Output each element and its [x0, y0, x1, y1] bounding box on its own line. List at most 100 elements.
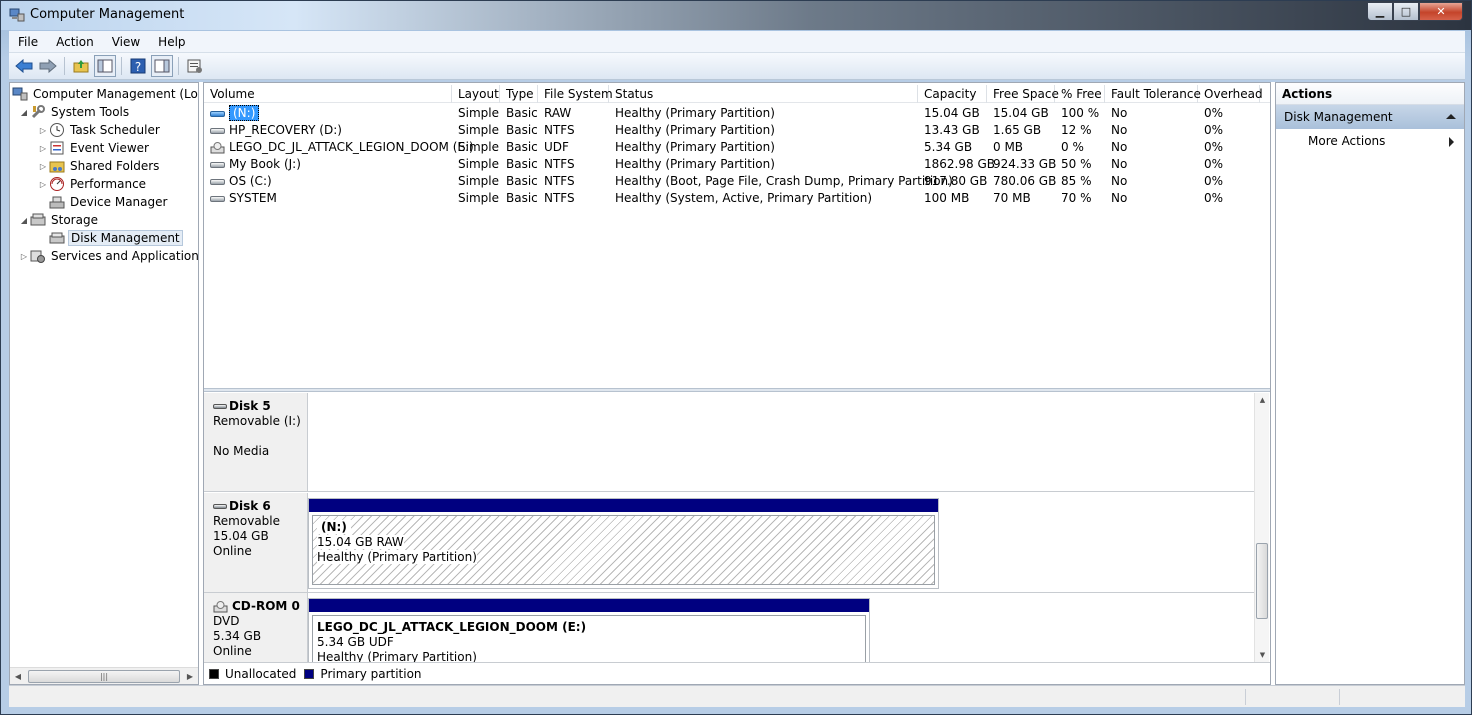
column-header-overhead[interactable]: Overhead — [1198, 85, 1263, 103]
volume-cell-fault: No — [1111, 140, 1128, 154]
tree-item-device-manager[interactable]: Device Manager — [49, 193, 169, 211]
volume-cell-status: Healthy (Primary Partition) — [615, 157, 775, 171]
tree-item-label: Services and Applications — [51, 249, 199, 263]
partition-e[interactable]: LEGO_DC_JL_ATTACK_LEGION_DOOM (E:) 5.34 … — [312, 615, 866, 662]
volume-cell-status: Healthy (Primary Partition) — [615, 106, 775, 120]
scroll-thumb[interactable] — [1256, 543, 1268, 619]
volume-cell-pct: 12 % — [1061, 123, 1092, 137]
volume-row[interactable]: (N:) Simple Basic RAW Healthy (Primary Parti… — [204, 105, 1270, 122]
column-header-status[interactable]: Status — [609, 85, 918, 103]
more-actions-label: More Actions — [1308, 134, 1386, 148]
volume-cell-capacity: 15.04 GB — [924, 106, 980, 120]
column-header-type[interactable]: Type — [500, 85, 538, 103]
status-separator — [1339, 689, 1340, 705]
expand-arrow-icon[interactable]: ▷ — [18, 252, 30, 261]
shared-folder-icon — [49, 158, 65, 174]
pane-splitter[interactable] — [204, 388, 1270, 392]
column-header-capacity[interactable]: Capacity — [918, 85, 987, 103]
menu-help[interactable]: Help — [149, 35, 194, 49]
computer-management-window: Computer Management ▁ □ ✕ File Action Vi… — [0, 0, 1472, 715]
column-header-file-system[interactable]: File System — [538, 85, 613, 103]
volume-cell-volume: (N:) — [204, 105, 260, 122]
tree-item-event-viewer[interactable]: ▷ Event Viewer — [37, 139, 151, 157]
expand-arrow-icon[interactable]: ▷ — [37, 126, 49, 135]
expand-arrow-icon[interactable]: ▷ — [37, 144, 49, 153]
disk-6-row: Disk 6 Removable 15.04 GB Online (N:) 15… — [204, 493, 1254, 592]
status-separator — [1245, 689, 1246, 705]
volume-row[interactable]: HP_RECOVERY (D:) Simple Basic NTFS Healthy (… — [204, 122, 1270, 139]
more-actions-item[interactable]: More Actions — [1276, 129, 1464, 153]
menu-action[interactable]: Action — [47, 35, 103, 49]
tree-item-shared-folders[interactable]: ▷ Shared Folders — [37, 157, 161, 175]
volume-row[interactable]: SYSTEM Simple Basic NTFS Healthy (System, Ac… — [204, 190, 1270, 207]
cdrom-icon — [213, 600, 228, 612]
disk-6-info[interactable]: Disk 6 Removable 15.04 GB Online — [204, 493, 308, 592]
up-folder-button[interactable] — [70, 55, 92, 77]
help-icon: ? — [130, 58, 146, 74]
tree-item-storage[interactable]: ◢ Storage — [18, 211, 100, 229]
volume-name: OS (C:) — [229, 174, 272, 188]
actions-section-disk-management[interactable]: Disk Management — [1276, 105, 1464, 129]
storage-icon — [30, 212, 46, 228]
maximize-button[interactable]: □ — [1393, 2, 1419, 21]
scroll-left-icon[interactable]: ◀ — [10, 672, 26, 681]
tree-horizontal-scrollbar[interactable]: ◀ ||| ▶ — [10, 667, 198, 684]
volume-cell-fs: UDF — [544, 140, 569, 154]
column-header-volume[interactable]: Volume — [204, 85, 452, 103]
back-button[interactable] — [13, 55, 35, 77]
show-hide-tree-button[interactable] — [94, 55, 116, 77]
volume-row[interactable]: LEGO_DC_JL_ATTACK_LEGION_DOOM (E:) Simple… — [204, 139, 1270, 156]
tree-item-disk-management[interactable]: Disk Management — [49, 229, 183, 247]
clock-icon — [49, 122, 65, 138]
help-button[interactable]: ? — [127, 55, 149, 77]
menu-bar: File Action View Help — [9, 31, 1465, 53]
collapse-up-icon[interactable] — [1446, 114, 1456, 119]
expand-arrow-icon[interactable]: ▷ — [37, 162, 49, 171]
column-header-layout[interactable]: Layout — [452, 85, 500, 103]
scroll-right-icon[interactable]: ▶ — [182, 672, 198, 681]
tree-item-performance[interactable]: ▷ Performance — [37, 175, 148, 193]
title-bar[interactable]: Computer Management ▁ □ ✕ — [1, 1, 1471, 30]
computer-management-icon — [12, 86, 28, 102]
tree-item-task-scheduler[interactable]: ▷ Task Scheduler — [37, 121, 162, 139]
tree-item-label: Storage — [51, 213, 98, 227]
scroll-down-icon[interactable]: ▼ — [1255, 648, 1270, 662]
disk-5-info[interactable]: Disk 5 Removable (I:) No Media — [204, 393, 308, 491]
partition-n[interactable]: (N:) 15.04 GB RAW Healthy (Primary Parti… — [312, 515, 935, 585]
volume-cell-type: Basic — [506, 191, 538, 205]
scroll-thumb[interactable]: ||| — [28, 669, 180, 683]
volume-row[interactable]: My Book (J:) Simple Basic NTFS Healthy (Prim… — [204, 156, 1270, 173]
volume-row[interactable]: OS (C:) Simple Basic NTFS Healthy (Boot, Pag… — [204, 173, 1270, 190]
scroll-up-icon[interactable]: ▲ — [1255, 393, 1270, 407]
legend: Unallocated Primary partition — [204, 662, 1270, 684]
collapse-arrow-icon[interactable]: ◢ — [18, 216, 30, 225]
computer-management-icon — [9, 8, 25, 22]
menu-file[interactable]: File — [9, 35, 47, 49]
volume-name: My Book (J:) — [229, 157, 301, 171]
close-button[interactable]: ✕ — [1419, 2, 1463, 21]
volume-cell-layout: Simple — [458, 157, 499, 171]
volume-cell-pct: 0 % — [1061, 140, 1084, 154]
legend-unallocated-label: Unallocated — [225, 666, 297, 681]
minimize-button[interactable]: ▁ — [1367, 2, 1393, 21]
volume-cell-capacity: 13.43 GB — [924, 123, 980, 137]
tree-item-services-and-applications[interactable]: ▷ Services and Applications — [18, 247, 199, 265]
expand-arrow-icon[interactable]: ▷ — [37, 180, 49, 189]
collapse-arrow-icon[interactable]: ◢ — [18, 108, 30, 117]
tree-item-computer-management[interactable]: Computer Management (Local — [12, 85, 198, 103]
toolbar-separator — [121, 57, 122, 75]
properties-button[interactable] — [184, 55, 206, 77]
cdrom-0-info[interactable]: CD-ROM 0 DVD 5.34 GB Online — [204, 593, 308, 662]
column-header-percent-free[interactable]: % Free — [1055, 85, 1105, 103]
disk-pane-vertical-scrollbar[interactable]: ▲ ▼ — [1254, 393, 1269, 662]
submenu-arrow-icon — [1449, 137, 1454, 147]
column-header-free-space[interactable]: Free Space — [987, 85, 1059, 103]
console-button[interactable] — [151, 55, 173, 77]
forward-button[interactable] — [37, 55, 59, 77]
disk-type: Removable (I:) — [213, 414, 301, 428]
volume-cell-status: Healthy (System, Active, Primary Partiti… — [615, 191, 873, 205]
menu-view[interactable]: View — [103, 35, 149, 49]
tree-item-system-tools[interactable]: ◢ System Tools — [18, 103, 131, 121]
disk-status: Online — [213, 644, 252, 658]
column-header-fault-tolerance[interactable]: Fault Tolerance — [1105, 85, 1201, 103]
